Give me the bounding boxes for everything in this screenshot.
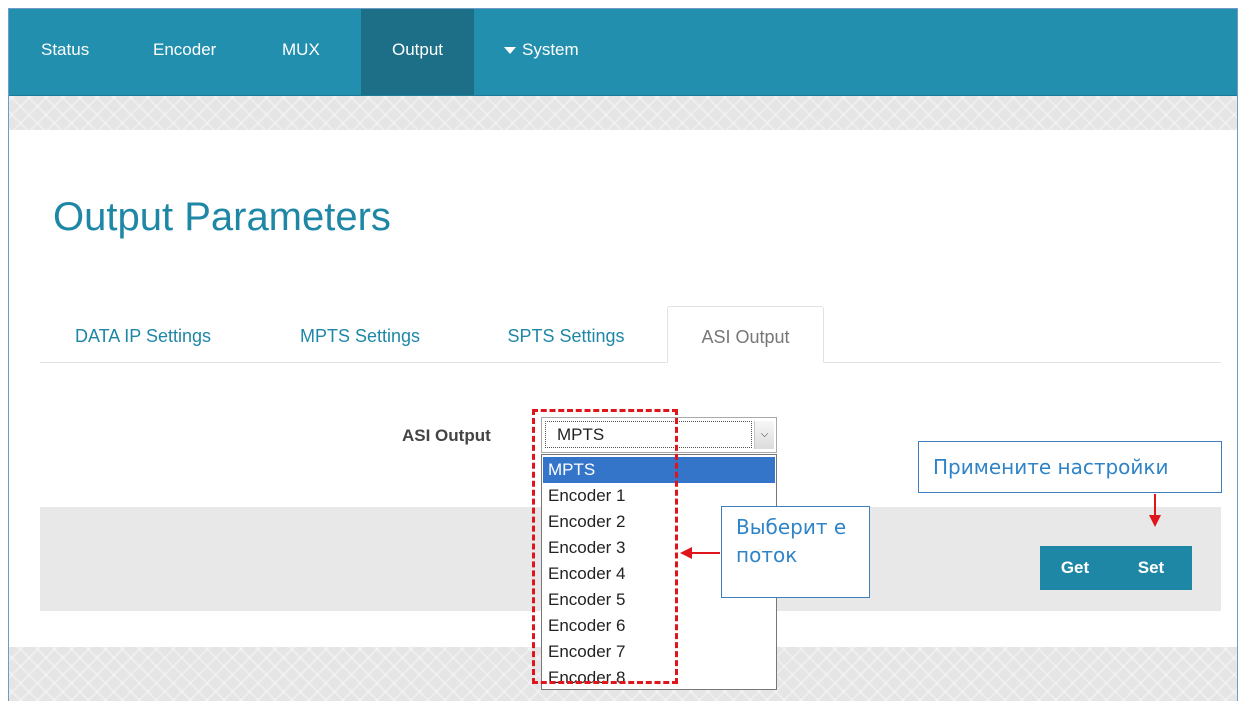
annotation-choose-stream: Выберит е поток bbox=[721, 506, 870, 598]
asi-output-select[interactable]: MPTS ⌵ bbox=[541, 417, 777, 453]
asi-output-label: ASI Output bbox=[402, 426, 491, 445]
dropdown-option[interactable]: Encoder 7 bbox=[543, 639, 775, 665]
asi-output-selected-value: MPTS bbox=[545, 421, 752, 448]
dropdown-option[interactable]: Encoder 8 bbox=[543, 665, 775, 691]
caret-down-icon bbox=[504, 47, 516, 55]
annotation-apply-settings: Примените настройки bbox=[918, 441, 1222, 493]
nav-system-label: System bbox=[522, 40, 579, 59]
nav-encoder[interactable]: Encoder bbox=[135, 9, 234, 95]
dropdown-option[interactable]: MPTS bbox=[543, 457, 775, 483]
chevron-down-icon[interactable]: ⌵ bbox=[754, 421, 774, 449]
pattern-strip-top bbox=[9, 96, 1237, 130]
nav-system[interactable]: System bbox=[486, 9, 597, 95]
tab-data-ip-settings[interactable]: DATA IP Settings bbox=[53, 306, 233, 363]
nav-status[interactable]: Status bbox=[23, 9, 107, 95]
nav-output[interactable]: Output bbox=[361, 9, 474, 95]
page-title: Output Parameters bbox=[53, 195, 391, 239]
top-navbar: Status Encoder MUX Output System bbox=[9, 9, 1237, 96]
tabs-divider bbox=[40, 362, 1221, 363]
tab-spts-settings[interactable]: SPTS Settings bbox=[481, 306, 651, 363]
get-button[interactable]: Get bbox=[1040, 546, 1110, 590]
tab-asi-output[interactable]: ASI Output bbox=[667, 306, 824, 363]
nav-mux[interactable]: MUX bbox=[264, 9, 338, 95]
set-button[interactable]: Set bbox=[1110, 546, 1192, 590]
dropdown-option[interactable]: Encoder 6 bbox=[543, 613, 775, 639]
tab-mpts-settings[interactable]: MPTS Settings bbox=[275, 306, 445, 363]
